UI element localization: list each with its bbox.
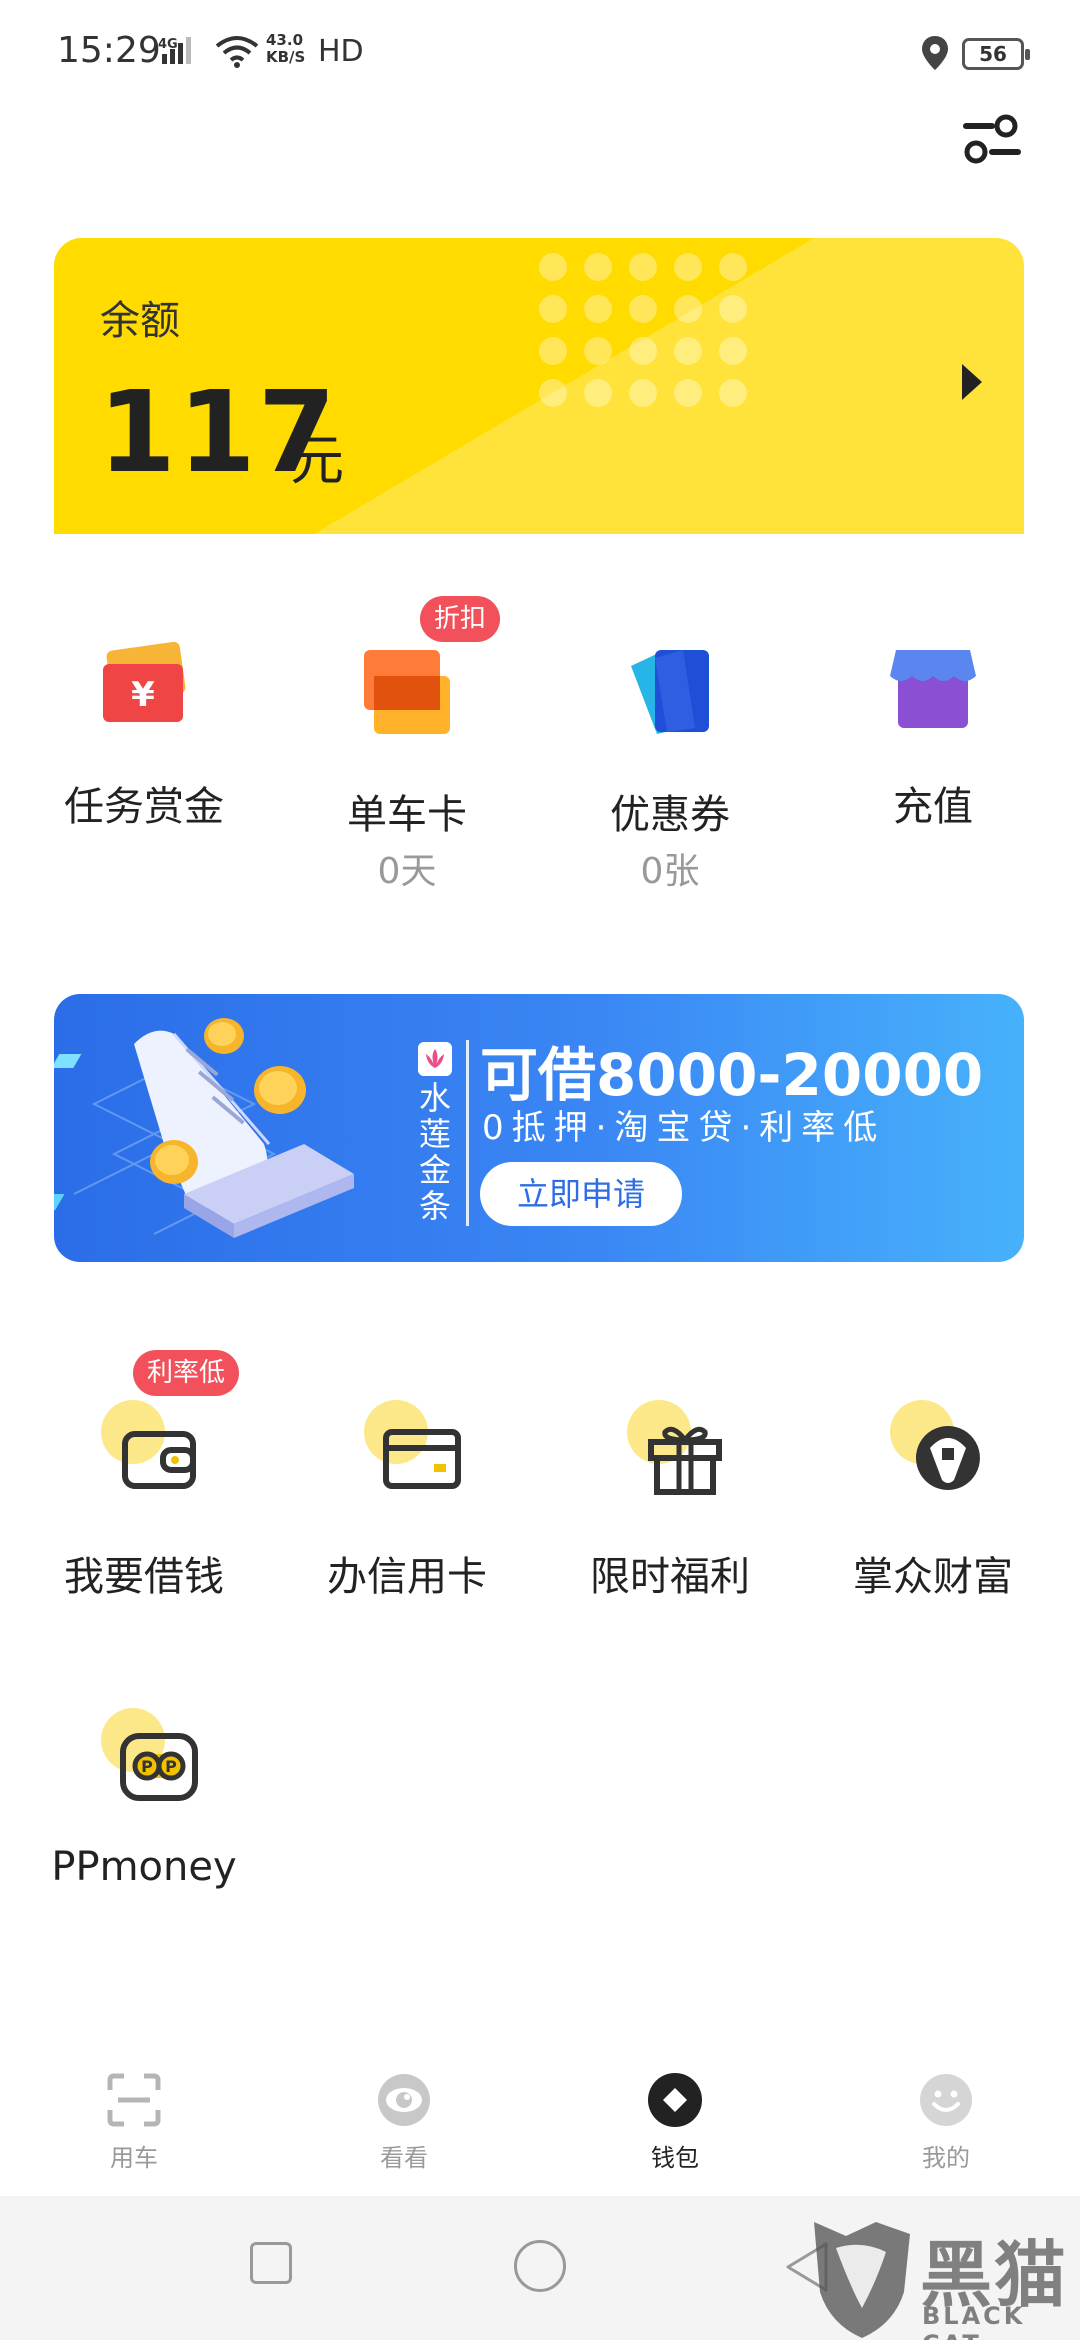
credit-card-icon — [383, 1429, 461, 1489]
decorative-dot — [719, 379, 747, 407]
service-borrow-money[interactable]: 利率低 我要借钱 — [9, 1340, 279, 1620]
decorative-dot — [719, 295, 747, 323]
ppmoney-icon: P P — [120, 1733, 198, 1801]
bottom-nav: 用车 看看 钱包 我的 — [0, 2048, 1080, 2196]
loan-ad-banner[interactable]: 水莲金条 可借8000-20000 0抵押·淘宝贷·利率低 立即申请 — [54, 994, 1024, 1262]
nav-label: 我的 — [922, 2144, 970, 2172]
balance-unit: 元 — [290, 429, 344, 492]
service-zhangzhong-wealth[interactable]: 掌众财富 — [798, 1340, 1068, 1620]
decorative-dot — [584, 253, 612, 281]
ad-divider — [466, 1040, 469, 1226]
status-time: 15:29 — [57, 30, 161, 71]
bike-card-icon — [364, 650, 450, 734]
wifi-icon — [215, 36, 259, 68]
recents-button[interactable] — [250, 2242, 292, 2284]
decorative-dot — [584, 337, 612, 365]
decorative-dot — [629, 379, 657, 407]
decorative-dot — [539, 253, 567, 281]
quick-item-recharge[interactable]: 充值 — [798, 560, 1068, 860]
decorative-dot — [539, 379, 567, 407]
lotus-logo-icon — [418, 1042, 452, 1076]
apply-now-button[interactable]: 立即申请 — [480, 1162, 682, 1226]
wealth-icon — [915, 1426, 980, 1490]
nav-tab-ride[interactable]: 用车 — [74, 2072, 194, 2182]
decorative-dot — [629, 295, 657, 323]
task-reward-icon: ¥ — [103, 642, 186, 722]
wallet-diamond-icon — [648, 2073, 702, 2127]
recharge-icon — [890, 650, 976, 728]
scan-icon — [107, 2073, 161, 2127]
decorative-dots — [539, 253, 747, 407]
quick-item-label: 充值 — [893, 784, 973, 830]
coupon-icon — [631, 650, 709, 734]
receipt-coins-illustration — [54, 1018, 354, 1238]
service-label: PPmoney — [51, 1844, 237, 1890]
service-icon-container — [890, 1400, 998, 1508]
quick-item-coupon[interactable]: 优惠券 0张 — [535, 560, 805, 900]
service-icon-container — [101, 1400, 209, 1508]
chevron-right-icon[interactable] — [960, 362, 984, 402]
decorative-dot — [674, 295, 702, 323]
nav-tab-wallet[interactable]: 钱包 — [615, 2072, 735, 2182]
decorative-dot — [629, 337, 657, 365]
watermark-text-en: BLACK CAT — [922, 2302, 1026, 2340]
service-label: 办信用卡 — [327, 1554, 487, 1600]
location-icon — [922, 36, 948, 70]
service-limited-welfare[interactable]: 限时福利 — [535, 1340, 805, 1620]
decorative-dot — [719, 253, 747, 281]
nav-label: 用车 — [110, 2144, 158, 2172]
discount-badge: 折扣 — [420, 596, 501, 642]
nav-label: 看看 — [380, 2144, 428, 2172]
signal-icon: 4G — [158, 37, 191, 64]
decorative-dot — [719, 337, 747, 365]
quick-item-task-reward[interactable]: ¥ 任务赏金 — [9, 560, 279, 860]
bike-card-days: 0天 — [377, 851, 437, 892]
decorative-dot — [584, 295, 612, 323]
nav-tab-mine[interactable]: 我的 — [886, 2072, 1006, 2182]
decorative-dot — [584, 379, 612, 407]
status-bar: 15:29 4G 43.0 KB/S HD 56 — [0, 0, 1080, 110]
svg-text:¥: ¥ — [131, 675, 155, 715]
battery-indicator: 56 — [962, 38, 1030, 70]
decorative-dot — [629, 253, 657, 281]
smiley-icon — [920, 2074, 972, 2126]
network-speed: 43.0 KB/S — [266, 31, 306, 66]
quick-item-label: 优惠券 — [610, 792, 730, 838]
balance-label: 余额 — [100, 298, 180, 344]
balance-card[interactable]: 余额 117 元 — [54, 238, 1024, 534]
nav-label: 钱包 — [651, 2144, 699, 2172]
home-button[interactable] — [514, 2240, 566, 2292]
decorative-dot — [539, 295, 567, 323]
service-credit-card[interactable]: 办信用卡 — [272, 1340, 542, 1620]
svg-text:P: P — [141, 1757, 153, 1776]
service-label: 我要借钱 — [64, 1554, 224, 1600]
hd-indicator: HD — [318, 34, 364, 69]
quick-item-bike-card[interactable]: 折扣 单车卡 0天 — [272, 560, 542, 900]
service-icon-container — [364, 1400, 472, 1508]
service-label: 掌众财富 — [853, 1554, 1013, 1600]
service-label: 限时福利 — [590, 1554, 750, 1600]
quick-item-label: 单车卡 — [347, 792, 467, 838]
quick-item-label: 任务赏金 — [64, 784, 224, 830]
gift-icon — [648, 1426, 722, 1495]
decorative-dot — [539, 337, 567, 365]
service-icon-container — [627, 1400, 735, 1508]
service-icon-container: P P — [101, 1708, 209, 1816]
wallet-icon — [122, 1431, 196, 1489]
ad-subtitle: 0抵押·淘宝贷·利率低 — [482, 1108, 886, 1148]
nav-tab-watch[interactable]: 看看 — [344, 2072, 464, 2182]
ad-brand-name: 水莲金条 — [418, 1079, 451, 1225]
decorative-dot — [674, 379, 702, 407]
svg-text:P: P — [165, 1757, 177, 1776]
low-rate-badge: 利率低 — [133, 1350, 240, 1396]
decorative-dot — [674, 253, 702, 281]
service-ppmoney[interactable]: P P PPmoney — [9, 1648, 279, 1908]
settings-toggle-icon[interactable] — [962, 114, 1022, 166]
decorative-dot — [674, 337, 702, 365]
coupon-count: 0张 — [640, 851, 700, 892]
eye-icon — [378, 2074, 430, 2126]
